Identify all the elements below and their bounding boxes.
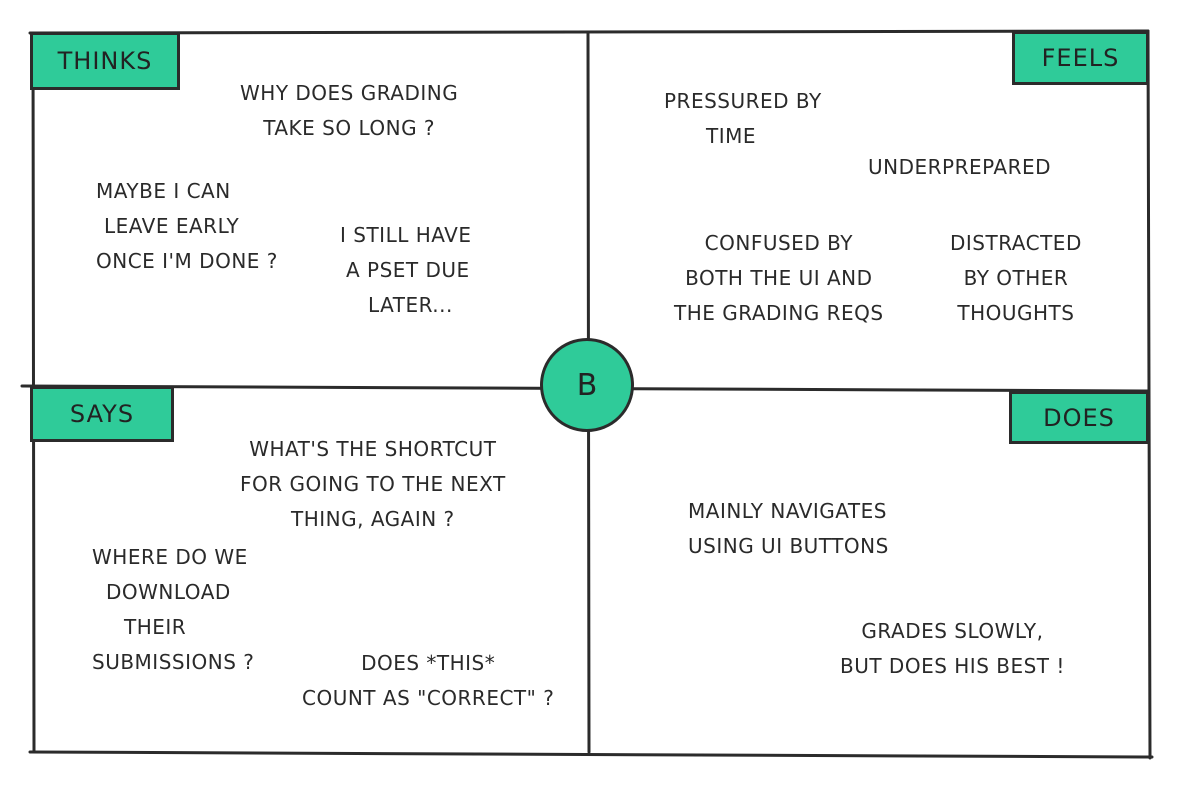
- thinks-note-leave-early: MAYBE I CAN LEAVE EARLY ONCE I'M DONE ?: [96, 174, 278, 279]
- note-line: PRESSURED BY: [664, 89, 822, 113]
- empathy-map: THINKS FEELS SAYS DOES B WHY DOES GRADIN…: [0, 0, 1182, 792]
- tag-does: DOES: [1009, 391, 1149, 444]
- note-line: ONCE I'M DONE ?: [96, 249, 278, 273]
- feels-note-pressured: PRESSURED BY TIME: [664, 84, 822, 154]
- note-line: DISTRACTED: [950, 231, 1082, 255]
- note-line: DOWNLOAD: [106, 580, 231, 604]
- note-line: LEAVE EARLY: [104, 214, 240, 238]
- note-line: BOTH THE UI AND: [685, 266, 873, 290]
- tag-feels: FEELS: [1012, 31, 1149, 85]
- note-line: UNDERPREPARED: [868, 155, 1052, 179]
- center-label: B: [576, 367, 598, 403]
- feels-note-confused: CONFUSED BY BOTH THE UI AND THE GRADING …: [674, 226, 884, 331]
- note-line: FOR GOING TO THE NEXT: [240, 472, 506, 496]
- does-note-navigates: MAINLY NAVIGATES USING UI BUTTONS: [688, 494, 889, 564]
- says-note-correct: DOES *THIS* COUNT AS "CORRECT" ?: [302, 646, 554, 716]
- note-line: WHERE DO WE: [92, 545, 248, 569]
- note-line: THEIR: [124, 615, 187, 639]
- note-line: WHAT'S THE SHORTCUT: [249, 437, 497, 461]
- note-line: SUBMISSIONS ?: [92, 650, 255, 674]
- note-line: LATER...: [368, 293, 453, 317]
- note-line: BUT DOES HIS BEST !: [840, 654, 1065, 678]
- note-line: TAKE SO LONG ?: [263, 116, 436, 140]
- note-line: THING, AGAIN ?: [291, 507, 455, 531]
- says-note-download: WHERE DO WE DOWNLOAD THEIR SUBMISSIONS ?: [92, 540, 254, 680]
- note-line: MAYBE I CAN: [96, 179, 231, 203]
- tag-thinks-label: THINKS: [57, 47, 153, 75]
- tag-says: SAYS: [30, 386, 174, 442]
- note-line: CONFUSED BY: [704, 231, 853, 255]
- note-line: BY OTHER: [963, 266, 1069, 290]
- center-user-badge: B: [540, 338, 634, 432]
- note-line: COUNT AS "CORRECT" ?: [302, 686, 555, 710]
- note-line: I STILL HAVE: [340, 223, 472, 247]
- border-bottom: [28, 750, 1154, 759]
- does-note-grades-slowly: GRADES SLOWLY, BUT DOES HIS BEST !: [840, 614, 1065, 684]
- note-line: THOUGHTS: [957, 301, 1075, 325]
- note-line: MAINLY NAVIGATES: [688, 499, 887, 523]
- note-line: USING UI BUTTONS: [688, 534, 889, 558]
- note-line: GRADES SLOWLY,: [861, 619, 1044, 643]
- says-note-shortcut: WHAT'S THE SHORTCUT FOR GOING TO THE NEX…: [240, 432, 506, 537]
- tag-thinks: THINKS: [30, 32, 180, 90]
- tag-feels-label: FEELS: [1041, 44, 1120, 72]
- tag-says-label: SAYS: [69, 400, 135, 428]
- note-line: DOES *THIS*: [361, 651, 496, 675]
- thinks-note-pset: I STILL HAVE A PSET DUE LATER...: [340, 218, 471, 323]
- note-line: TIME: [706, 124, 757, 148]
- thinks-note-grading: WHY DOES GRADING TAKE SO LONG ?: [240, 76, 458, 146]
- tag-does-label: DOES: [1043, 403, 1115, 432]
- note-line: A PSET DUE: [346, 258, 470, 282]
- note-line: THE GRADING REQS: [674, 301, 884, 325]
- feels-note-distracted: DISTRACTED BY OTHER THOUGHTS: [950, 226, 1082, 331]
- feels-note-underprepared: UNDERPREPARED: [868, 150, 1051, 185]
- note-line: WHY DOES GRADING: [240, 81, 459, 105]
